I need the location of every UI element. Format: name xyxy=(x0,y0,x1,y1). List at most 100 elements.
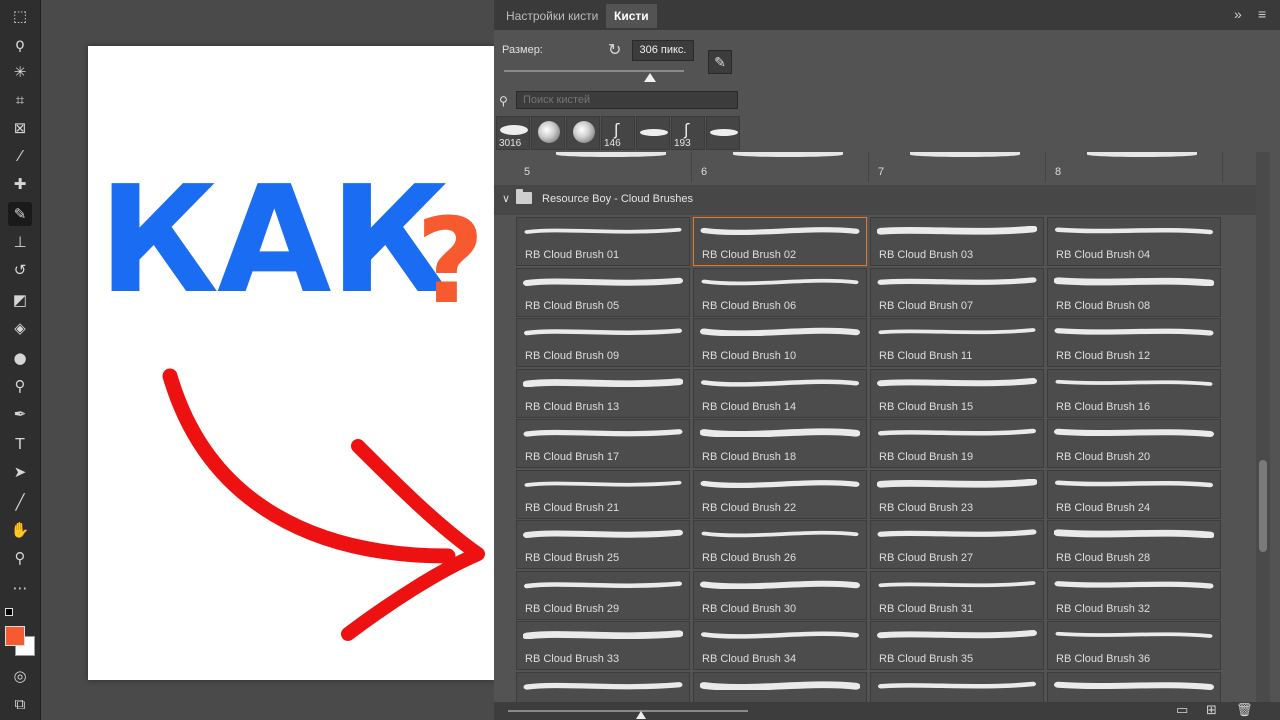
brush-preset-cell[interactable]: RB Cloud Brush 12 xyxy=(1047,318,1221,367)
brush-preset-cell[interactable]: 5 xyxy=(516,152,692,182)
brush-preset-cell[interactable]: RB Cloud Brush 08 xyxy=(1047,267,1221,317)
brush-preset-cell[interactable]: RB Cloud Brush 37 xyxy=(516,671,690,702)
brush-preset-cell[interactable]: RB Cloud Brush 09 xyxy=(516,318,690,367)
brush-preset-cell[interactable]: RB Cloud Brush 07 xyxy=(870,267,1044,317)
brush-preset-cell[interactable]: RB Cloud Brush 29 xyxy=(516,570,690,620)
eyedropper-tool-icon[interactable]: ⁄ xyxy=(8,144,32,168)
preview-size-slider[interactable] xyxy=(508,710,748,712)
size-field[interactable]: 306 пикс. xyxy=(632,40,694,61)
brush-preset-cell[interactable]: RB Cloud Brush 17 xyxy=(516,419,690,468)
pen-tool-icon[interactable]: ✒ xyxy=(8,402,32,426)
brush-preset-cell[interactable]: RB Cloud Brush 10 xyxy=(693,318,867,367)
dodge-tool-icon[interactable]: ⚲ xyxy=(8,374,32,398)
brush-preset-cell[interactable]: RB Cloud Brush 24 xyxy=(1047,469,1221,519)
brush-preset-cell[interactable]: RB Cloud Brush 06 xyxy=(693,267,867,317)
brush-tool-icon[interactable]: ✎ xyxy=(8,202,32,226)
brush-preset-cell[interactable]: RB Cloud Brush 35 xyxy=(870,621,1044,670)
brush-preset-cell[interactable]: 7 xyxy=(870,152,1046,182)
scrollbar-thumb[interactable] xyxy=(1259,460,1267,552)
magic-wand-tool-icon[interactable]: ✳ xyxy=(8,60,32,84)
foreground-color-swatch[interactable] xyxy=(5,626,25,646)
brush-stroke-preview xyxy=(701,278,859,285)
brush-preset-cell[interactable]: RB Cloud Brush 21 xyxy=(516,469,690,519)
brush-group-header[interactable]: ∨ Resource Boy - Cloud Brushes xyxy=(494,185,1256,215)
brush-preset-cell[interactable]: RB Cloud Brush 15 xyxy=(870,368,1044,418)
chevron-down-icon[interactable]: ∨ xyxy=(502,192,510,205)
search-input[interactable] xyxy=(516,91,738,109)
preview-size-slider-thumb[interactable] xyxy=(636,711,646,719)
size-slider-thumb[interactable] xyxy=(644,73,656,82)
tab-brushes[interactable]: Кисти xyxy=(606,4,657,28)
brush-preset-cell[interactable]: RB Cloud Brush 36 xyxy=(1047,621,1221,670)
brush-preset-cell[interactable]: 8 xyxy=(1047,152,1223,182)
brush-preset-cell[interactable]: RB Cloud Brush 20 xyxy=(1047,419,1221,468)
brush-preset-cell[interactable]: RB Cloud Brush 33 xyxy=(516,621,690,670)
clone-stamp-tool-icon[interactable]: ⊥ xyxy=(8,230,32,254)
brush-preset-cell[interactable]: 6 xyxy=(693,152,869,182)
brush-preset-cell[interactable]: RB Cloud Brush 30 xyxy=(693,570,867,620)
line-tool-icon[interactable]: ╱ xyxy=(8,490,32,514)
brush-preset-cell[interactable]: RB Cloud Brush 13 xyxy=(516,368,690,418)
paint-bucket-tool-icon[interactable]: ◈ xyxy=(8,316,32,340)
brush-preset-cell[interactable]: RB Cloud Brush 28 xyxy=(1047,520,1221,569)
brush-preset-cell[interactable]: RB Cloud Brush 01 xyxy=(516,217,690,266)
brush-preset-label: RB Cloud Brush 08 xyxy=(1056,299,1151,312)
brush-preset-cell[interactable]: RB Cloud Brush 02 xyxy=(693,217,867,266)
brush-preset-cell[interactable]: RB Cloud Brush 26 xyxy=(693,520,867,569)
recent-brush-item[interactable] xyxy=(636,116,670,150)
brush-preset-cell[interactable]: RB Cloud Brush 19 xyxy=(870,419,1044,468)
brush-preset-cell[interactable]: RB Cloud Brush 27 xyxy=(870,520,1044,569)
panel-menu-icon[interactable]: ≡ xyxy=(1258,6,1266,22)
new-brush-icon[interactable]: ⊞ xyxy=(1206,703,1217,718)
frame-tool-icon[interactable]: ⊠ xyxy=(8,116,32,140)
eraser-tool-icon[interactable]: ◩ xyxy=(8,288,32,312)
type-tool-icon[interactable]: T xyxy=(8,432,32,456)
brush-preset-cell[interactable]: RB Cloud Brush 04 xyxy=(1047,217,1221,266)
path-selection-tool-icon[interactable]: ➤ xyxy=(8,460,32,484)
screen-mode-icon[interactable]: ⧉ xyxy=(8,692,32,716)
brush-preset-cell[interactable]: RB Cloud Brush 38 xyxy=(693,671,867,702)
blur-tool-icon[interactable]: ● xyxy=(8,346,32,370)
reset-size-icon[interactable]: ↻ xyxy=(608,40,621,59)
brush-preset-cell[interactable]: RB Cloud Brush 22 xyxy=(693,469,867,519)
pressure-size-icon[interactable]: ✎ xyxy=(708,50,732,74)
brush-preset-cell[interactable]: RB Cloud Brush 40 xyxy=(1047,671,1221,702)
brush-preset-cell[interactable]: RB Cloud Brush 11 xyxy=(870,318,1044,367)
new-group-icon[interactable]: ▭ xyxy=(1176,703,1188,718)
hand-tool-icon[interactable]: ✋ xyxy=(8,518,32,542)
marquee-tool-icon[interactable]: ⬚ xyxy=(8,4,32,28)
brush-preset-cell[interactable]: RB Cloud Brush 32 xyxy=(1047,570,1221,620)
document-canvas[interactable]: КАК ? xyxy=(88,46,494,680)
default-colors-icon[interactable] xyxy=(5,608,15,618)
recent-brush-item[interactable] xyxy=(566,116,600,150)
quick-mask-icon[interactable]: ◎ xyxy=(8,664,32,688)
recent-brush-item[interactable] xyxy=(531,116,565,150)
tab-brush-settings[interactable]: Настройки кисти xyxy=(498,4,606,28)
brush-preset-cell[interactable]: RB Cloud Brush 03 xyxy=(870,217,1044,266)
brush-preset-cell[interactable]: RB Cloud Brush 25 xyxy=(516,520,690,569)
brush-preset-cell[interactable]: RB Cloud Brush 31 xyxy=(870,570,1044,620)
brush-preset-cell[interactable]: RB Cloud Brush 23 xyxy=(870,469,1044,519)
brush-stroke-preview xyxy=(1087,152,1197,157)
zoom-tool-icon[interactable]: ⚲ xyxy=(8,546,32,570)
collapse-panel-icon[interactable]: » xyxy=(1234,6,1242,22)
trash-icon[interactable]: 🗑 xyxy=(1236,703,1253,718)
brush-preset-cell[interactable]: RB Cloud Brush 05 xyxy=(516,267,690,317)
brush-preset-cell[interactable]: RB Cloud Brush 16 xyxy=(1047,368,1221,418)
history-brush-tool-icon[interactable]: ↺ xyxy=(8,258,32,282)
brush-preset-cell[interactable]: RB Cloud Brush 39 xyxy=(870,671,1044,702)
brush-preset-cell[interactable]: RB Cloud Brush 18 xyxy=(693,419,867,468)
recent-brush-item[interactable]: 3016 xyxy=(496,116,530,150)
crop-tool-icon[interactable]: ⌗ xyxy=(8,88,32,112)
size-slider[interactable] xyxy=(504,70,684,72)
folder-icon xyxy=(516,189,532,204)
brush-preset-cell[interactable]: RB Cloud Brush 14 xyxy=(693,368,867,418)
lasso-tool-icon[interactable]: ϙ xyxy=(8,32,32,56)
recent-brush-item[interactable]: ʃ 146 xyxy=(601,116,635,150)
scrollbar[interactable] xyxy=(1256,152,1270,702)
brush-preset-cell[interactable]: RB Cloud Brush 34 xyxy=(693,621,867,670)
healing-brush-tool-icon[interactable]: ✚ xyxy=(8,172,32,196)
recent-brush-item[interactable]: ʃ 193 xyxy=(671,116,705,150)
more-tools-icon[interactable]: ⋯ xyxy=(8,576,32,600)
recent-brush-item[interactable] xyxy=(706,116,740,150)
